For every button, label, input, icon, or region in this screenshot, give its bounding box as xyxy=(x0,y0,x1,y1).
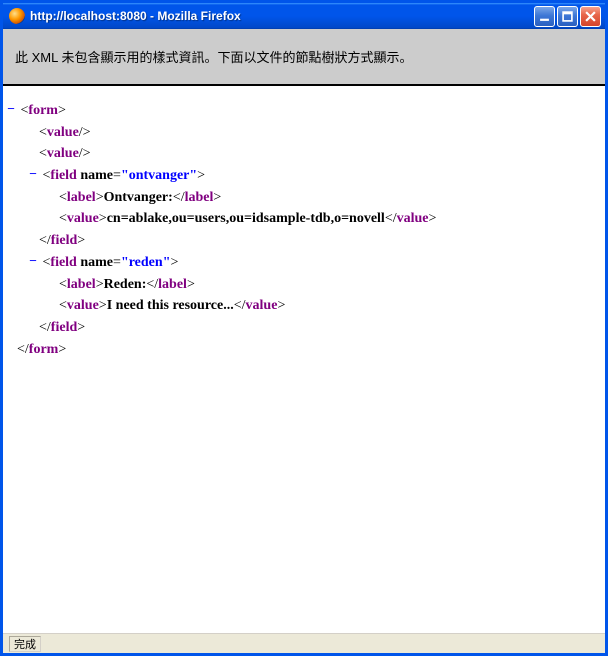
expand-toggle[interactable]: − xyxy=(5,100,17,120)
maximize-icon xyxy=(562,11,573,22)
titlebar[interactable]: http://localhost:8080 - Mozilla Firefox xyxy=(3,3,605,29)
expand-toggle[interactable]: − xyxy=(27,165,39,185)
xml-node-form-open[interactable]: − <form> xyxy=(17,100,599,122)
xml-node-value[interactable]: <value>cn=ablake,ou=users,ou=idsample-td… xyxy=(59,208,599,230)
minimize-icon xyxy=(539,11,550,22)
xml-node-value-empty[interactable]: <value/> xyxy=(39,143,599,165)
expand-toggle[interactable]: − xyxy=(27,252,39,272)
xml-node-form-close[interactable]: </form> xyxy=(17,339,599,361)
maximize-button[interactable] xyxy=(557,6,578,27)
xml-info-banner: 此 XML 未包含顯示用的樣式資訊。下面以文件的節點樹狀方式顯示。 xyxy=(3,29,605,86)
xml-node-value[interactable]: <value>I need this resource...</value> xyxy=(59,295,599,317)
xml-node-label[interactable]: <label>Ontvanger:</label> xyxy=(59,187,599,209)
xml-node-value-empty[interactable]: <value/> xyxy=(39,122,599,144)
statusbar: 完成 xyxy=(3,633,605,653)
firefox-icon xyxy=(9,8,25,24)
status-text: 完成 xyxy=(9,636,41,652)
xml-node-label[interactable]: <label>Reden:</label> xyxy=(59,274,599,296)
close-icon xyxy=(585,11,596,22)
banner-text: 此 XML 未包含顯示用的樣式資訊。下面以文件的節點樹狀方式顯示。 xyxy=(15,50,412,65)
minimize-button[interactable] xyxy=(534,6,555,27)
close-button[interactable] xyxy=(580,6,601,27)
xml-node-field-close[interactable]: </field> xyxy=(39,230,599,252)
xml-node-field-close[interactable]: </field> xyxy=(39,317,599,339)
xml-tree-view[interactable]: − <form> <value/> <value/> − <field name… xyxy=(3,86,605,633)
xml-node-field-ontvanger-open[interactable]: − <field name="ontvanger"> xyxy=(39,165,599,187)
xml-node-field-reden-open[interactable]: − <field name="reden"> xyxy=(39,252,599,274)
browser-window: http://localhost:8080 - Mozilla Firefox … xyxy=(0,0,608,656)
window-controls xyxy=(534,6,601,27)
window-title: http://localhost:8080 - Mozilla Firefox xyxy=(30,9,534,23)
